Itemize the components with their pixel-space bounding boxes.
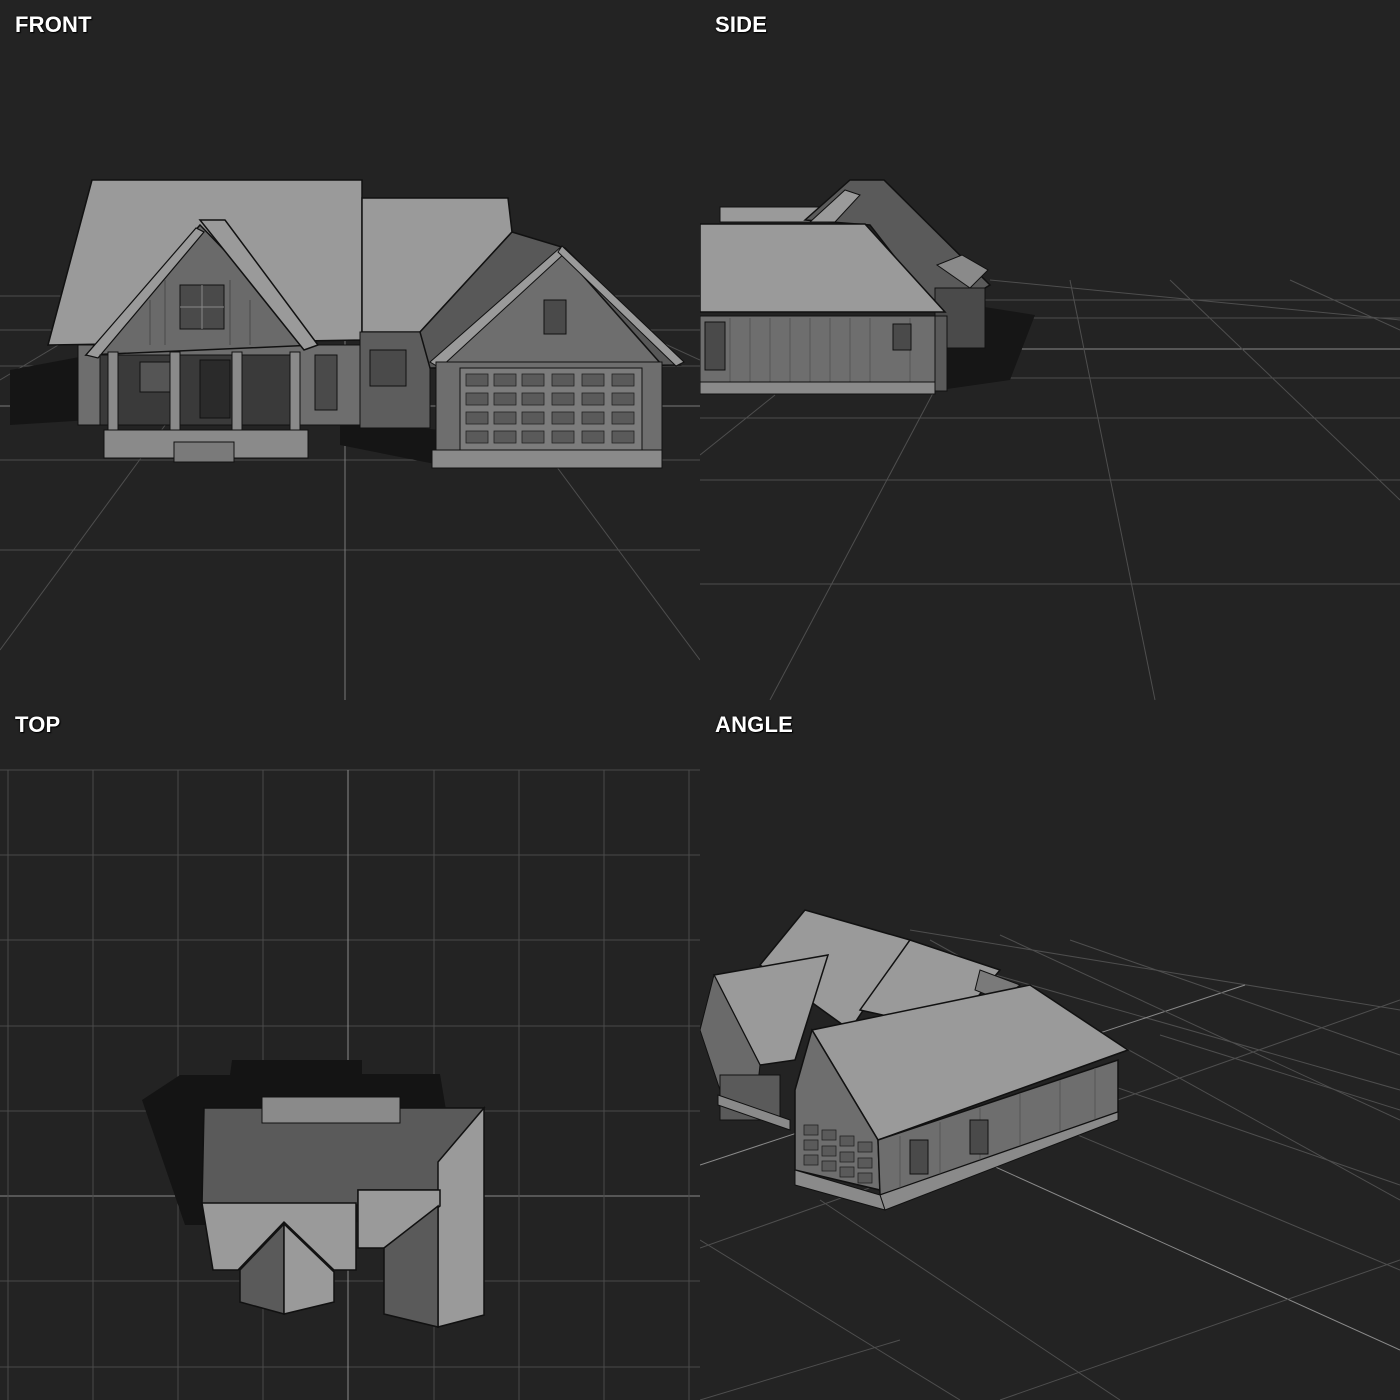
- side-house-model: [700, 179, 1035, 395]
- viewport-label-front: FRONT: [15, 12, 92, 37]
- angle-viewport[interactable]: ANGLE: [700, 700, 1400, 1400]
- viewport-label-top: TOP: [15, 712, 61, 737]
- top-viewport[interactable]: TOP: [0, 700, 700, 1400]
- front-house-model: [10, 179, 685, 469]
- viewport-label-angle: ANGLE: [715, 712, 793, 737]
- front-viewport[interactable]: FRONT: [0, 0, 700, 700]
- side-viewport[interactable]: SIDE: [700, 0, 1400, 700]
- side-scene: [700, 179, 1400, 700]
- top-scene: [0, 769, 700, 1400]
- front-scene: [0, 179, 700, 700]
- top-house-model: [142, 1060, 486, 1328]
- viewport-label-side: SIDE: [715, 12, 768, 37]
- angle-scene: [700, 909, 1400, 1400]
- viewport-grid: FRONT SIDE TOP ANGLE: [0, 0, 1400, 1400]
